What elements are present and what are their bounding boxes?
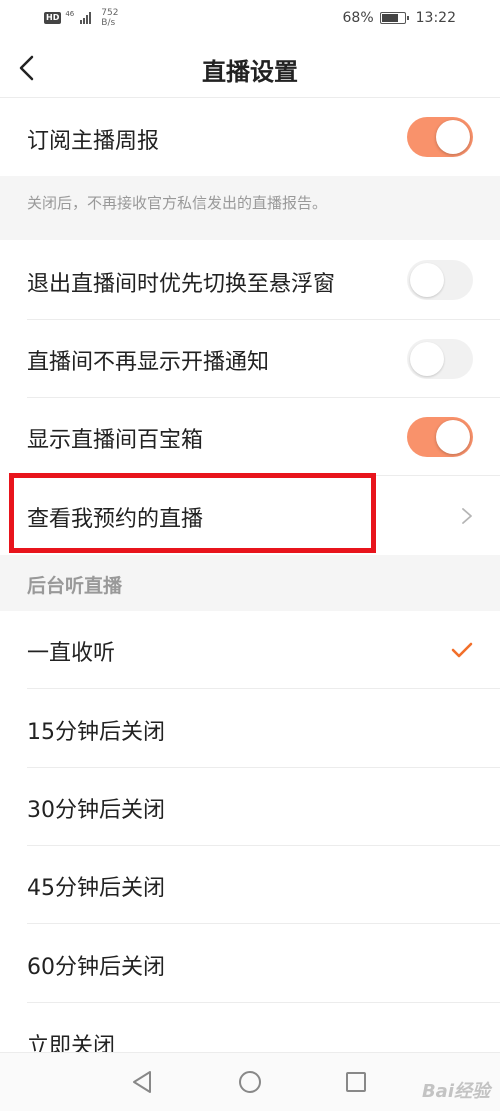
status-bar: HD 46 752 B/s 68% 13:22 [0,0,500,38]
setting-row-subscribe-weekly: 订阅主播周报 [0,98,500,176]
treasure-box-toggle[interactable] [407,417,473,457]
battery-percent: 68% [342,10,374,26]
option-label: 30分钟后关闭 [27,798,165,823]
treasure-box-label: 显示直播间百宝箱 [27,428,204,453]
system-nav-bar: Bai经验 [0,1052,500,1111]
page-title: 直播设置 [202,58,298,86]
float-window-toggle[interactable] [407,260,473,300]
listen-option-now[interactable]: 立即关闭 [0,1003,500,1059]
subscribe-weekly-label: 订阅主播周报 [27,129,160,154]
network-speed: 752 B/s [101,8,118,28]
toggle-knob [436,120,470,154]
setting-row-no-start-notice: 直播间不再显示开播通知 [0,320,500,398]
toggle-knob [410,263,444,297]
listen-option-45min[interactable]: 45分钟后关闭 [0,846,500,924]
nav-back-button[interactable] [130,1069,156,1095]
clock: 13:22 [415,10,456,26]
square-recents-icon [346,1072,366,1092]
checkmark-icon [451,642,473,658]
subscribe-note: 关闭后，不再接收官方私信发出的直播报告。 [27,194,328,212]
speed-unit: B/s [101,18,116,28]
listen-option-always[interactable]: 一直收听 [0,611,500,689]
listen-option-60min[interactable]: 60分钟后关闭 [0,924,500,1003]
option-label: 15分钟后关闭 [27,720,165,745]
setting-row-treasure-box: 显示直播间百宝箱 [0,398,500,476]
setting-row-float-window: 退出直播间时优先切换至悬浮窗 [0,240,500,320]
network-type: 46 [65,10,75,18]
circle-home-icon [239,1071,261,1093]
triangle-back-icon [133,1071,151,1093]
my-reservations-row[interactable]: 查看我预约的直播 [0,476,500,555]
toggle-knob [410,342,444,376]
battery-icon [379,12,409,24]
subscribe-note-block: 关闭后，不再接收官方私信发出的直播报告。 [0,176,500,240]
toggle-knob [436,420,470,454]
listen-option-15min[interactable]: 15分钟后关闭 [0,689,500,768]
status-right: 68% 13:22 [343,10,456,26]
no-start-notice-label: 直播间不再显示开播通知 [27,350,270,375]
chevron-right-icon [462,508,472,524]
status-left: HD 46 752 B/s [44,8,118,28]
subscribe-weekly-toggle[interactable] [407,117,473,157]
signal-icon [80,12,92,24]
background-listen-section: 后台听直播 [0,555,500,611]
nav-recents-button[interactable] [343,1069,369,1095]
section-title: 后台听直播 [27,575,123,597]
hd-badge: HD [44,12,62,24]
float-window-label: 退出直播间时优先切换至悬浮窗 [27,272,336,297]
nav-bar: 直播设置 [0,38,500,98]
nav-home-button[interactable] [237,1069,263,1095]
option-label: 一直收听 [27,641,116,666]
listen-option-30min[interactable]: 30分钟后关闭 [0,768,500,846]
speed-value: 752 [101,8,119,18]
no-start-notice-toggle[interactable] [407,339,473,379]
option-label: 45分钟后关闭 [27,876,165,901]
my-reservations-label: 查看我预约的直播 [27,507,204,532]
option-label: 60分钟后关闭 [27,955,165,980]
watermark: Bai经验 [421,1081,490,1102]
